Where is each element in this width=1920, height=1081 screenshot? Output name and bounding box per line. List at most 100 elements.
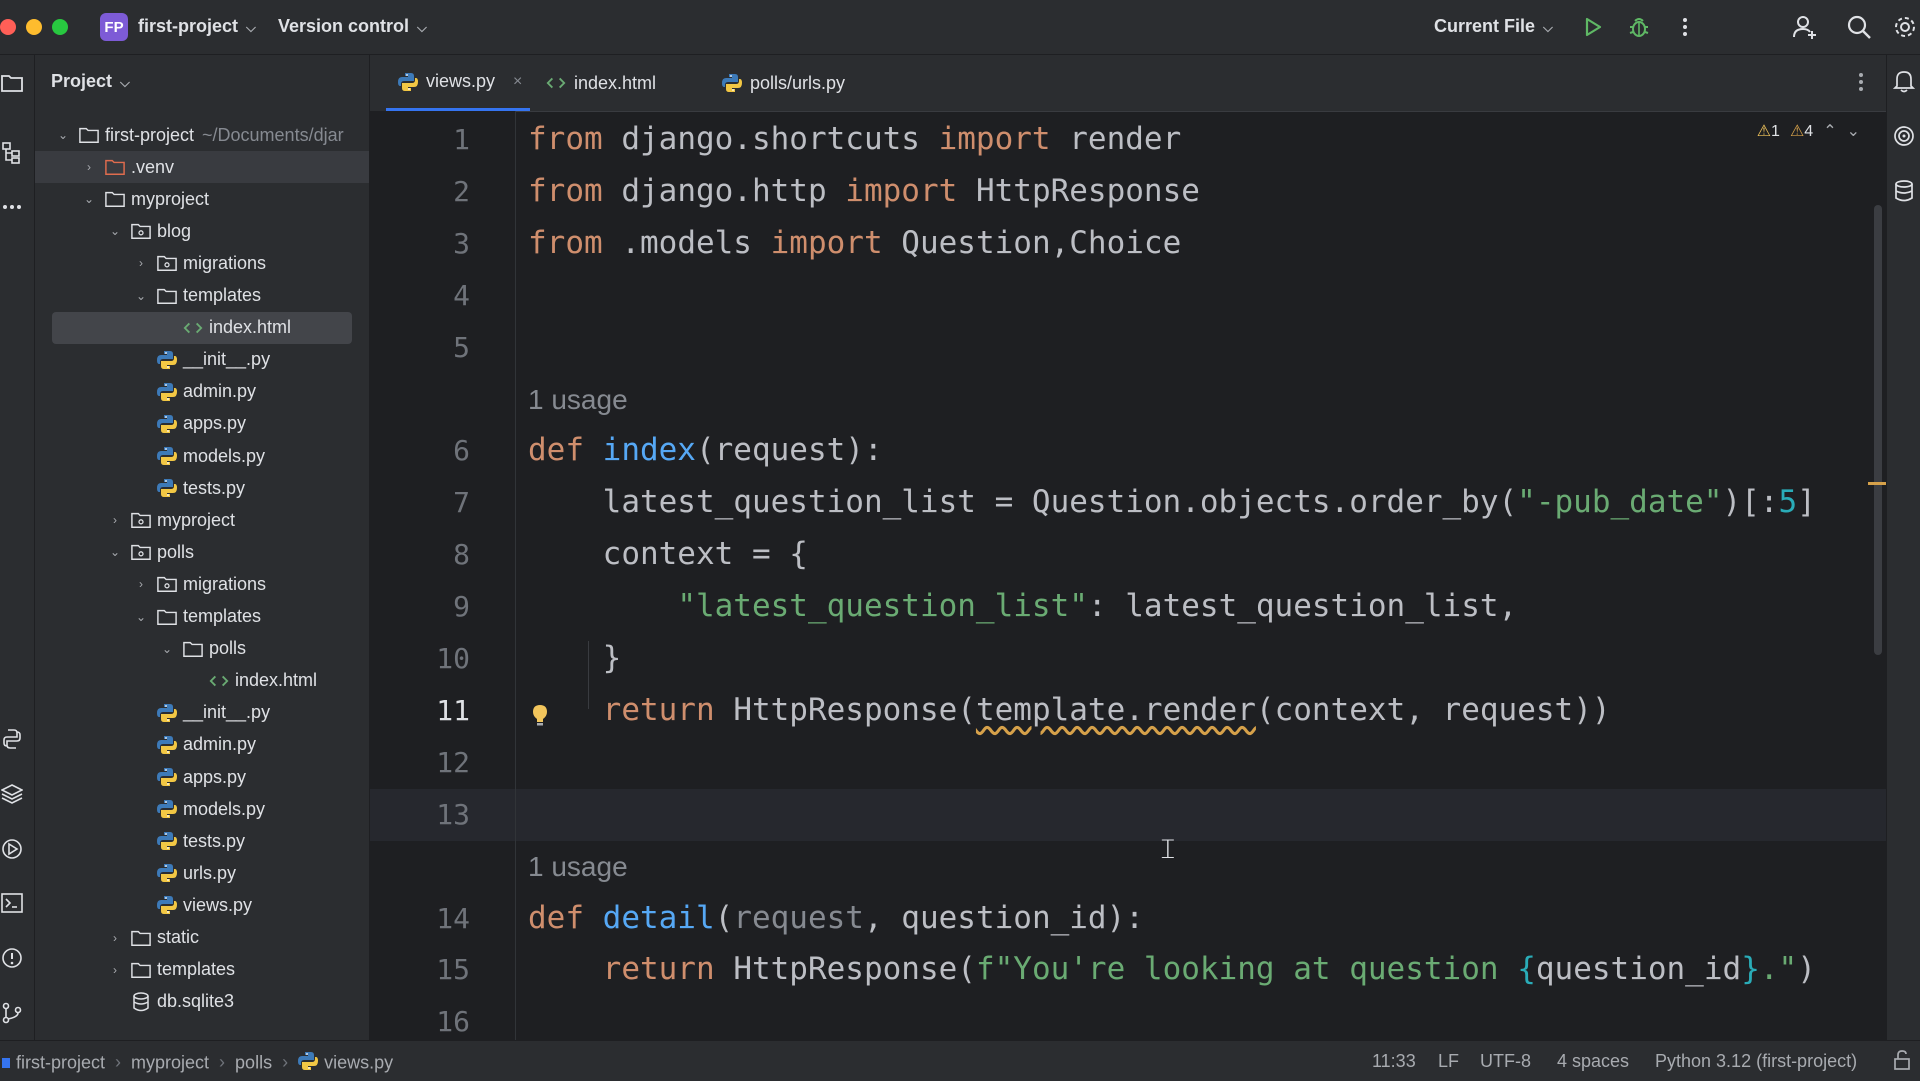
database-icon[interactable] [1893,179,1915,208]
chevron-down-icon[interactable]: ⌄ [81,192,97,206]
tree-item[interactable]: ⌄ blog [35,215,369,247]
add-user-icon[interactable] [1790,12,1820,42]
code-line[interactable]: def index(request): [528,430,883,470]
code-line[interactable]: context = { [528,534,808,574]
tree-item[interactable]: ⌄ polls [35,633,369,665]
tree-item[interactable]: ⌄ polls [35,536,369,568]
read-only-lock-icon[interactable] [1892,1049,1912,1076]
code-line[interactable]: 1 usage [528,379,628,419]
tree-item[interactable]: urls.py [35,857,369,889]
tree-item[interactable]: tests.py [35,825,369,857]
chevron-right-icon[interactable]: › [107,963,123,977]
problems-icon[interactable] [0,946,24,970]
tree-item[interactable]: › myproject [35,504,369,536]
tab-polls-urls-py[interactable]: polls/urls.py [722,55,845,111]
tree-item[interactable]: › .venv [35,151,369,184]
tab-views-py[interactable]: views.py × [386,55,530,111]
project-folder-icon[interactable] [0,71,24,95]
tree-item[interactable]: tests.py [35,472,369,504]
vcs-menu[interactable]: Version control ⌵ [278,16,427,37]
breadcrumb-item[interactable]: polls [235,1052,272,1072]
settings-icon[interactable] [1890,12,1920,42]
chevron-down-icon[interactable]: ⌄ [159,642,175,656]
chevron-right-icon[interactable]: › [133,256,149,270]
breadcrumb-item[interactable]: views.py [324,1052,393,1072]
tree-item[interactable]: views.py [35,889,369,921]
tree-item[interactable]: __init__.py [35,344,369,376]
code-line[interactable]: def detail(request, question_id): [528,898,1144,938]
search-icon[interactable] [1844,12,1874,42]
git-branch-icon[interactable] [0,1001,24,1025]
run-config-selector[interactable]: Current File ⌵ [1434,16,1553,37]
python-packages-icon[interactable] [0,727,24,751]
tree-item[interactable]: ⌄ myproject [35,183,369,215]
chevron-down-icon[interactable]: ⌄ [133,610,149,624]
window-close-button[interactable] [0,19,16,35]
tree-item[interactable]: ⌄ templates [35,601,369,633]
indent-setting[interactable]: 4 spaces [1557,1051,1629,1072]
tabs-more-icon[interactable] [1858,71,1864,98]
code-line[interactable]: return HttpResponse(template.render(cont… [528,690,1611,730]
chevron-down-icon[interactable]: ⌄ [107,545,123,559]
editor-scrollbar[interactable] [1874,205,1882,655]
python-interpreter[interactable]: Python 3.12 (first-project) [1655,1051,1857,1072]
usage-hint[interactable]: 1 usage [528,384,628,415]
tree-item[interactable]: db.sqlite3 [35,986,369,1018]
code-line[interactable]: 1 usage [528,846,628,886]
caret-position[interactable]: 11:33 [1372,1051,1416,1072]
chevron-right-icon[interactable]: › [133,577,149,591]
close-icon[interactable]: × [513,73,522,91]
tree-item[interactable]: models.py [35,440,369,472]
tree-item[interactable]: › static [35,922,369,954]
breadcrumb-item[interactable]: myproject [131,1052,209,1072]
run-icon[interactable] [1578,12,1608,42]
chevron-right-icon[interactable]: › [107,931,123,945]
tree-item[interactable]: admin.py [35,729,369,761]
chevron-down-icon[interactable]: ⌄ [55,128,71,142]
code-line[interactable]: latest_question_list = Question.objects.… [528,482,1816,522]
tree-item[interactable]: index.html [35,665,369,697]
tree-item[interactable]: apps.py [35,761,369,793]
previous-problem-icon[interactable]: ⌃ [1823,121,1836,141]
layers-icon[interactable] [0,782,24,806]
more-tools-icon[interactable] [0,195,24,219]
tree-item[interactable]: ⌄ first-project ~/Documents/djar [35,119,369,151]
structure-icon[interactable] [0,141,24,165]
chevron-right-icon[interactable]: › [107,513,123,527]
tree-item[interactable]: __init__.py [35,697,369,729]
project-badge[interactable]: FP [100,13,128,41]
terminal-icon[interactable] [0,891,24,915]
debug-icon[interactable] [1624,12,1654,42]
tree-item[interactable]: › migrations [35,568,369,600]
code-line[interactable]: from django.shortcuts import render [528,119,1181,159]
tree-item[interactable]: › migrations [35,247,369,279]
project-switcher[interactable]: first-project ⌵ [138,16,256,37]
tree-item[interactable]: index.html [52,311,352,344]
code-line[interactable]: from django.http import HttpResponse [528,171,1200,211]
tree-item[interactable]: models.py [35,793,369,825]
chevron-right-icon[interactable]: › [81,160,97,174]
tree-item[interactable]: admin.py [35,376,369,408]
code-area[interactable]: from django.shortcuts import render from … [516,111,1886,1040]
line-separator[interactable]: LF [1438,1051,1459,1072]
lightbulb-icon[interactable] [530,703,550,732]
chevron-down-icon[interactable]: ⌄ [107,224,123,238]
window-minimize-button[interactable] [26,19,42,35]
window-maximize-button[interactable] [52,19,68,35]
file-encoding[interactable]: UTF-8 [1480,1051,1531,1072]
tab-index-html[interactable]: index.html [546,55,656,111]
warning-marker[interactable] [1868,482,1886,485]
tree-item[interactable]: apps.py [35,408,369,440]
tree-item[interactable]: ⌄ templates [35,280,369,312]
code-line[interactable]: from .models import Question,Choice [528,223,1181,263]
code-line[interactable]: "latest_question_list": latest_question_… [528,586,1517,626]
breadcrumb-item[interactable]: first-project [16,1052,105,1072]
services-icon[interactable] [0,837,24,861]
project-view-selector[interactable]: Project ⌵ [51,71,130,92]
code-line[interactable]: } [528,638,622,678]
more-icon[interactable] [1670,12,1700,42]
notifications-icon[interactable] [1892,69,1916,98]
code-line[interactable]: return HttpResponse(f"You're looking at … [528,949,1816,989]
ai-assistant-icon[interactable] [1893,125,1915,152]
usage-hint[interactable]: 1 usage [528,851,628,882]
